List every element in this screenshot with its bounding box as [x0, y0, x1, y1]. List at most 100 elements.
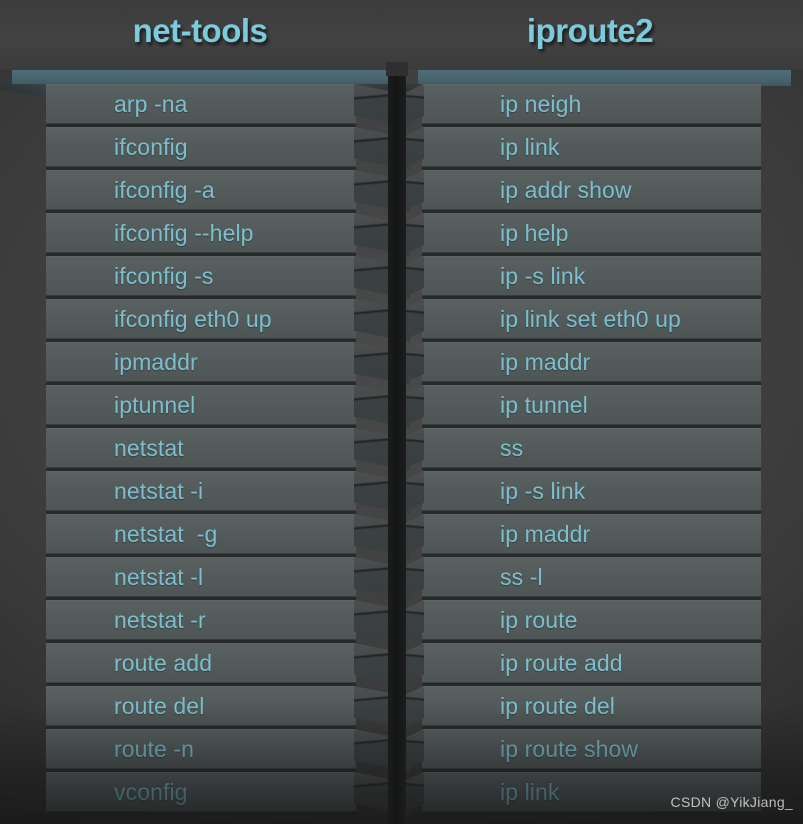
- table-row[interactable]: netstat: [0, 428, 410, 471]
- command-label: netstat: [114, 434, 184, 461]
- table-row-face: ip link set eth0 up: [422, 299, 761, 339]
- table-row-face: ifconfig: [46, 127, 356, 167]
- table-row[interactable]: ip -s link: [400, 256, 803, 299]
- table-row[interactable]: ipmaddr: [0, 342, 410, 385]
- command-label: ip addr show: [500, 176, 632, 203]
- command-label: ip neigh: [500, 90, 582, 117]
- table-row[interactable]: ip addr show: [400, 170, 803, 213]
- table-row[interactable]: ip route add: [400, 643, 803, 686]
- command-label: ifconfig -a: [114, 176, 215, 203]
- command-label: ip maddr: [500, 348, 591, 375]
- table-row[interactable]: iptunnel: [0, 385, 410, 428]
- table-row[interactable]: netstat -i: [0, 471, 410, 514]
- table-row-face: iptunnel: [46, 385, 356, 425]
- command-label: ip help: [500, 219, 569, 246]
- table-row-face: netstat -l: [46, 557, 356, 597]
- table-row[interactable]: ip -s link: [400, 471, 803, 514]
- command-label: ss: [500, 434, 524, 461]
- command-label: ip maddr: [500, 520, 591, 547]
- command-label: ip link: [500, 778, 560, 805]
- table-row-face: ip route del: [422, 686, 761, 726]
- table-row-face: netstat: [46, 428, 356, 468]
- table-row-face: ss: [422, 428, 761, 468]
- table-row-face: ip tunnel: [422, 385, 761, 425]
- command-label: ip tunnel: [500, 391, 588, 418]
- table-row[interactable]: ip route show: [400, 729, 803, 772]
- table-row-face: ip route add: [422, 643, 761, 683]
- table-row-face: ip help: [422, 213, 761, 253]
- table-row-face: ip -s link: [422, 471, 761, 511]
- command-label: route del: [114, 692, 205, 719]
- command-label: netstat -r: [114, 606, 206, 633]
- comparison-table-image: net-tools iproute2 arp -na ifconfig ifconf…: [0, 0, 803, 824]
- command-label: iptunnel: [114, 391, 196, 418]
- table-row[interactable]: ss: [400, 428, 803, 471]
- table-row[interactable]: ip maddr: [400, 342, 803, 385]
- table-row[interactable]: arp -na: [0, 84, 410, 127]
- table-row-face: vconfig: [46, 772, 356, 812]
- table-row-face: ifconfig eth0 up: [46, 299, 356, 339]
- command-label: ip link set eth0 up: [500, 305, 681, 332]
- table-row-face: netstat -r: [46, 600, 356, 640]
- table-row[interactable]: ip link set eth0 up: [400, 299, 803, 342]
- table-row-face: ifconfig -s: [46, 256, 356, 296]
- command-label: arp -na: [114, 90, 188, 117]
- table-row[interactable]: ifconfig --help: [0, 213, 410, 256]
- table-row[interactable]: ip route del: [400, 686, 803, 729]
- right-row-list: ip neigh ip link ip addr show ip help ip -s …: [400, 84, 803, 815]
- table-row-face: route -n: [46, 729, 356, 769]
- command-label: ip route add: [500, 649, 623, 676]
- command-label: ss -l: [500, 563, 543, 590]
- command-label: ifconfig --help: [114, 219, 254, 246]
- command-label: ip -s link: [500, 477, 586, 504]
- table-row-separator: [422, 812, 761, 815]
- table-row-face: ip maddr: [422, 342, 761, 382]
- table-row-face: ifconfig -a: [46, 170, 356, 210]
- table-row-face: netstat -g: [46, 514, 356, 554]
- table-row-face: ss -l: [422, 557, 761, 597]
- command-label: netstat -l: [114, 563, 204, 590]
- table-row[interactable]: ip tunnel: [400, 385, 803, 428]
- center-spine: [388, 70, 406, 824]
- table-row[interactable]: route del: [0, 686, 410, 729]
- column-title-iproute2: iproute2: [526, 12, 654, 49]
- command-label: ifconfig -s: [114, 262, 214, 289]
- command-label: ip route del: [500, 692, 615, 719]
- table-row-face: ip link: [422, 127, 761, 167]
- table-row[interactable]: ip neigh: [400, 84, 803, 127]
- table-row[interactable]: netstat -g: [0, 514, 410, 557]
- table-row[interactable]: ip help: [400, 213, 803, 256]
- command-label: ipmaddr: [114, 348, 198, 375]
- command-label: ip link: [500, 133, 560, 160]
- table-row-face: ip route: [422, 600, 761, 640]
- table-row[interactable]: ifconfig: [0, 127, 410, 170]
- table-row-face: ip maddr: [422, 514, 761, 554]
- table-row[interactable]: route -n: [0, 729, 410, 772]
- table-row-face: ifconfig --help: [46, 213, 356, 253]
- table-row-face: arp -na: [46, 84, 356, 124]
- table-row[interactable]: ip link: [400, 127, 803, 170]
- table-row[interactable]: route add: [0, 643, 410, 686]
- table-row[interactable]: ifconfig -s: [0, 256, 410, 299]
- command-label: ip -s link: [500, 262, 586, 289]
- table-row[interactable]: ss -l: [400, 557, 803, 600]
- table-row[interactable]: ifconfig eth0 up: [0, 299, 410, 342]
- command-label: ifconfig eth0 up: [114, 305, 272, 332]
- table-row-face: ip -s link: [422, 256, 761, 296]
- command-label: route add: [114, 649, 213, 676]
- table-row[interactable]: netstat -r: [0, 600, 410, 643]
- table-row[interactable]: ip maddr: [400, 514, 803, 557]
- table-row-face: ipmaddr: [46, 342, 356, 382]
- table-row-face: route add: [46, 643, 356, 683]
- command-label: ip route show: [500, 735, 639, 762]
- table-row-separator: [46, 812, 356, 815]
- watermark: CSDN @YikJiang_: [670, 794, 793, 810]
- table-row-face: route del: [46, 686, 356, 726]
- table-row[interactable]: ip route: [400, 600, 803, 643]
- table-row[interactable]: ifconfig -a: [0, 170, 410, 213]
- table-row[interactable]: vconfig: [0, 772, 410, 815]
- center-spine-top-cap: [386, 62, 408, 76]
- table-row[interactable]: netstat -l: [0, 557, 410, 600]
- table-row-face: netstat -i: [46, 471, 356, 511]
- left-row-list: arp -na ifconfig ifconfig -a ifconfig --hel…: [0, 84, 410, 815]
